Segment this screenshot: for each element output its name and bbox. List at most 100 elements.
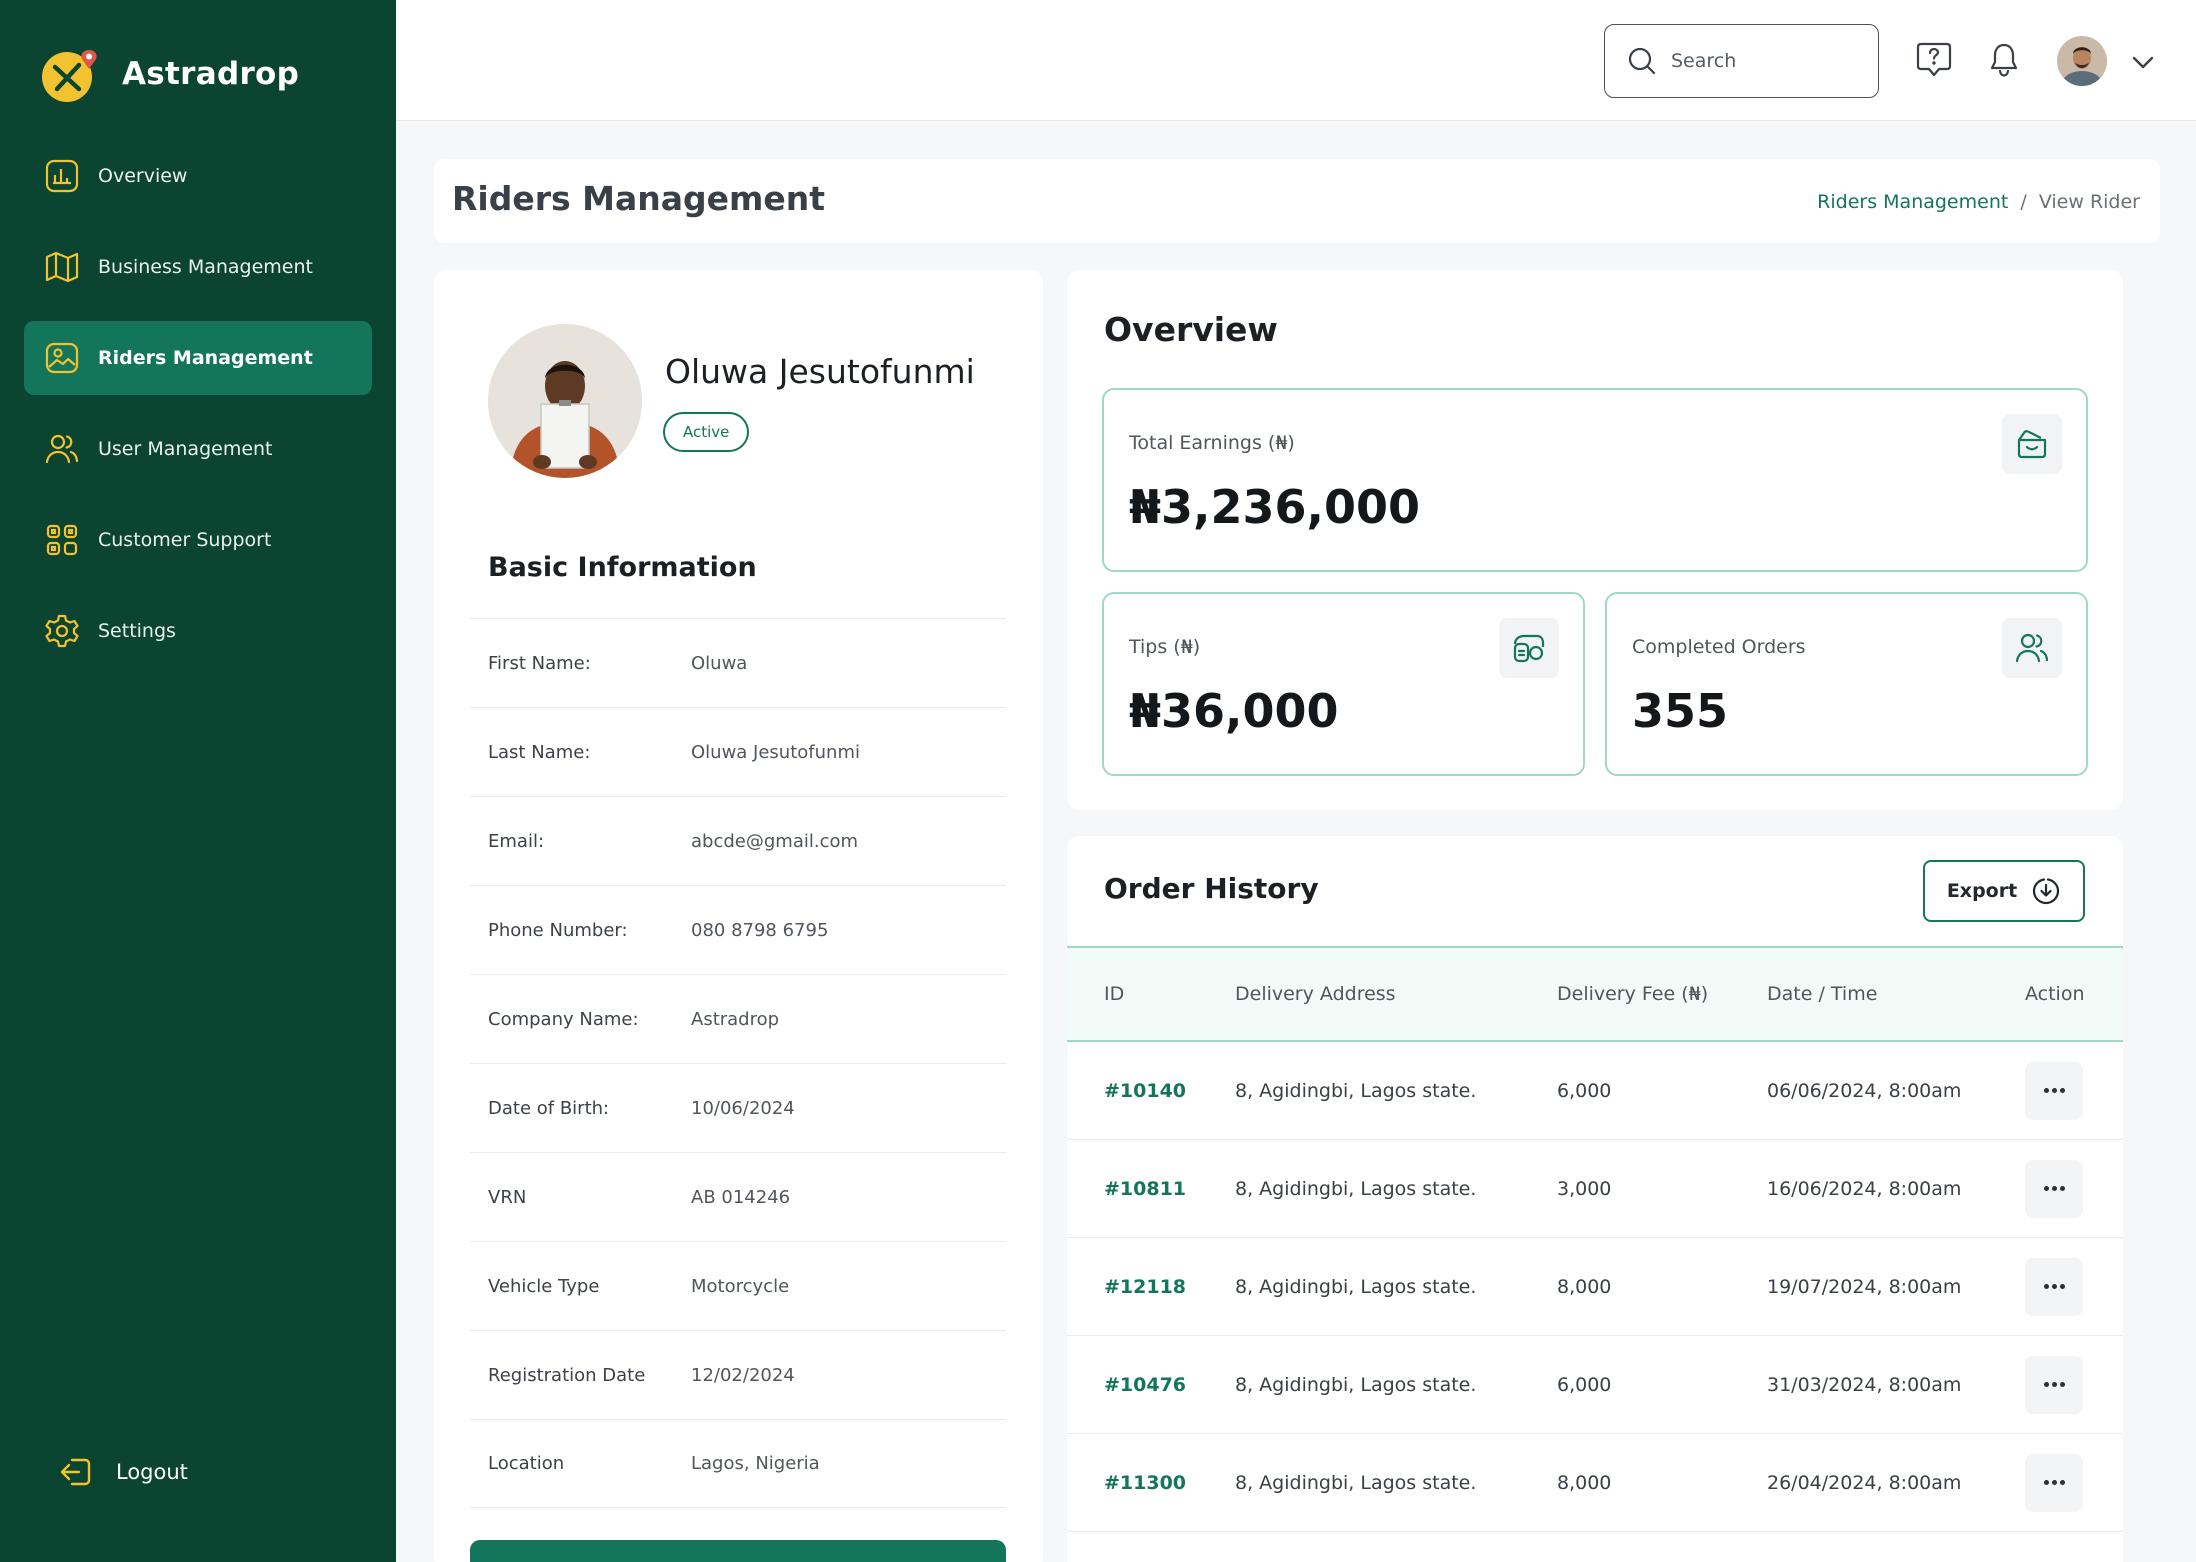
wallet-icon [2002,414,2062,474]
rider-name: Oluwa Jesutofunmi [665,352,975,391]
info-label: First Name: [488,652,591,674]
delivery-fee: 6,000 [1557,1079,1612,1102]
sidebar: Astradrop Overview Business Management R… [0,0,396,1562]
info-row-location: Location Lagos, Nigeria [470,1419,1006,1508]
info-row-email: Email: abcde@gmail.com [470,796,1006,885]
overview-title: Overview [1104,310,1278,349]
info-value: 080 8798 6795 [691,919,829,941]
info-value: Oluwa Jesutofunmi [691,741,860,763]
order-datetime: 06/06/2024, 8:00am [1767,1079,1962,1102]
map-icon [45,251,79,283]
breadcrumb-parent-link[interactable]: Riders Management [1817,191,2008,213]
more-actions-button[interactable] [2025,1159,2083,1218]
stat-value: ₦3,236,000 [1129,480,1421,534]
stat-value: 355 [1632,684,1729,738]
search-icon [1628,47,1656,75]
info-label: Date of Birth: [488,1097,610,1119]
logout-button[interactable]: Logout [58,1454,188,1490]
info-value: abcde@gmail.com [691,830,859,852]
info-row-vehicle-type: Vehicle Type Motorcycle [470,1241,1006,1330]
sidebar-item-business-management[interactable]: Business Management [24,230,372,304]
delivery-fee: 3,000 [1557,1177,1612,1200]
users-icon [2002,618,2062,678]
order-history-title: Order History [1104,872,1319,905]
delivery-fee: 6,000 [1557,1373,1612,1396]
sidebar-item-label: Riders Management [98,347,313,369]
rider-photo [488,324,642,478]
stat-value: ₦36,000 [1129,684,1339,738]
order-id-link[interactable]: #10476 [1067,1374,1235,1396]
basic-information-title: Basic Information [488,552,757,583]
order-id-link[interactable]: #11300 [1067,1472,1235,1494]
sidebar-item-label: Settings [98,620,176,642]
order-id-link[interactable]: #10811 [1067,1178,1235,1200]
info-label: Email: [488,830,545,852]
order-datetime: 19/07/2024, 8:00am [1767,1275,1962,1298]
info-value: 10/06/2024 [691,1097,795,1119]
sidebar-item-overview[interactable]: Overview [24,139,372,213]
help-chat-icon[interactable] [1915,41,1953,79]
info-row-last-name: Last Name: Oluwa Jesutofunmi [470,707,1006,796]
info-row-vrn: VRN AB 014246 [470,1152,1006,1241]
logout-label: Logout [116,1460,188,1484]
logout-icon [60,1458,91,1486]
gear-icon [45,614,79,648]
table-row: #10476 8, Agidingbi, Lagos state. 6,000 … [1067,1336,2123,1434]
order-id-link[interactable]: #10140 [1067,1080,1235,1102]
info-value: AB 014246 [691,1186,791,1208]
info-row-registration-date: Registration Date 12/02/2024 [470,1330,1006,1419]
table-header: ID Delivery Address Delivery Fee (₦) Dat… [1067,946,2123,1042]
column-header-date-time: Date / Time [1767,983,1878,1005]
users-icon [45,434,79,464]
sidebar-item-customer-support[interactable]: Customer Support [24,503,372,577]
info-row-date-of-birth: Date of Birth: 10/06/2024 [470,1063,1006,1152]
export-button[interactable]: Export [1923,860,2085,922]
info-value: 12/02/2024 [691,1364,795,1386]
order-datetime: 31/03/2024, 8:00am [1767,1373,1962,1396]
info-label: Vehicle Type [488,1275,600,1297]
brand[interactable]: Astradrop [40,44,299,104]
search-box[interactable] [1604,24,1879,98]
sidebar-item-label: Overview [98,165,188,187]
info-label: Phone Number: [488,919,628,941]
info-value: Astradrop [691,1008,780,1030]
info-row-phone-number: Phone Number: 080 8798 6795 [470,885,1006,974]
profile-action-button[interactable] [470,1540,1006,1562]
delivery-fee: 8,000 [1557,1275,1612,1298]
chevron-down-icon[interactable] [2129,48,2157,76]
more-actions-button[interactable] [2025,1257,2083,1316]
search-input[interactable] [1671,50,1851,72]
info-value: Oluwa [691,652,748,674]
astradrop-logo-icon [40,44,100,104]
more-actions-button[interactable] [2025,1061,2083,1120]
support-icon [46,524,78,556]
stat-label: Tips (₦) [1129,636,1201,658]
breadcrumb-current: View Rider [2038,191,2140,213]
delivery-address: 8, Agidingbi, Lagos state. [1235,1373,1477,1396]
table-row: #10811 8, Agidingbi, Lagos state. 3,000 … [1067,1140,2123,1238]
column-header-delivery-fee: Delivery Fee (₦) [1557,983,1709,1005]
sidebar-item-riders-management[interactable]: Riders Management [24,321,372,395]
stat-tips: Tips (₦) ₦36,000 [1102,592,1585,776]
overview-card: Overview Total Earnings (₦) ₦3,236,000 T… [1067,270,2123,810]
more-actions-button[interactable] [2025,1355,2083,1414]
column-header-id: ID [1104,983,1125,1005]
order-id-link[interactable]: #12118 [1067,1276,1235,1298]
table-row: #11300 8, Agidingbi, Lagos state. 8,000 … [1067,1434,2123,1532]
sidebar-item-user-management[interactable]: User Management [24,412,372,486]
sidebar-item-settings[interactable]: Settings [24,594,372,668]
info-label: Location [488,1453,565,1474]
delivery-fee: 8,000 [1557,1471,1612,1494]
info-value: Motorcycle [691,1275,790,1297]
delivery-address: 8, Agidingbi, Lagos state. [1235,1079,1477,1102]
delivery-address: 8, Agidingbi, Lagos state. [1235,1471,1477,1494]
bell-icon[interactable] [1985,41,2023,79]
column-header-delivery-address: Delivery Address [1235,983,1396,1005]
order-datetime: 26/04/2024, 8:00am [1767,1471,1962,1494]
more-actions-button[interactable] [2025,1453,2083,1512]
user-avatar[interactable] [2057,36,2107,86]
column-header-action: Action [2025,983,2085,1005]
info-row-company-name: Company Name: Astradrop [470,974,1006,1063]
delivery-address: 8, Agidingbi, Lagos state. [1235,1275,1477,1298]
stat-completed-orders: Completed Orders 355 [1605,592,2088,776]
